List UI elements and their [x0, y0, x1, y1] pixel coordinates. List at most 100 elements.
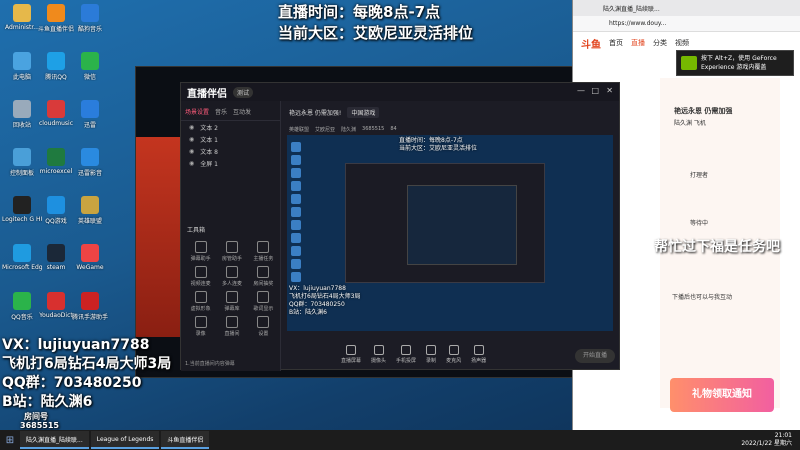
tool-item[interactable]: 主播任务: [248, 241, 279, 262]
tool-item[interactable]: 房管助手: [216, 241, 247, 262]
overlay-schedule: 直播时间：每晚8点-7点: [278, 3, 441, 21]
tool-icon: [257, 266, 270, 278]
nav-live[interactable]: 直播: [631, 38, 645, 48]
sub-streamer: 陆久渊: [341, 126, 357, 133]
bottom-control-button[interactable]: 扬声器: [471, 344, 486, 364]
scene-item[interactable]: ◉ 文本 2: [181, 121, 280, 133]
start-live-button[interactable]: 开始直播: [575, 349, 615, 363]
taskbar-item-label: 斗鱼直播伴侣: [167, 436, 204, 444]
browser-address-bar[interactable]: https://www.douy...: [573, 16, 800, 32]
overlay-vx: VX：lujiuyuan7788: [2, 337, 150, 353]
tool-item[interactable]: 虚拟形象: [185, 291, 216, 312]
lol-icon: [81, 196, 99, 214]
tool-label: 视频连麦: [190, 281, 211, 287]
sub-region[interactable]: 艾欧尼亚: [315, 126, 335, 133]
sub-game[interactable]: 英雄联盟: [289, 126, 309, 133]
qq-game-icon: [47, 196, 65, 214]
desktop-icon[interactable]: WeGame: [70, 242, 110, 282]
gift-banner[interactable]: 礼物领取通知: [670, 378, 774, 412]
desktop-icon[interactable]: 英雄联盟: [70, 194, 110, 234]
main-bottom-bar: 直播屏幕 摄像头 手机投屏 录制 麦克风 扬声器: [281, 337, 621, 371]
streamer-app-window[interactable]: 直播伴侣 测试 — □ ✕ 场景设置 音乐 互动发 ◉ 文本 2 ◉ 文本 1 ◉ 文本 …: [180, 82, 621, 371]
stream-preview[interactable]: 直播时间：每晚8点-7点 当前大区：艾欧尼亚灵活排位 VX：lujiuyuan7…: [287, 135, 613, 331]
bottom-control-button[interactable]: 录制: [426, 344, 436, 364]
taskbar-item-label: League of Legends: [96, 435, 154, 443]
tool-icon: [194, 241, 207, 253]
desktop-icon[interactable]: 腾讯手游助手: [70, 290, 110, 330]
minimize-icon[interactable]: —: [577, 86, 585, 95]
desktop-icon[interactable]: 迅雷: [70, 98, 110, 138]
tool-item[interactable]: 歌词显示: [248, 291, 279, 312]
bottom-control-button[interactable]: 手机投屏: [396, 344, 416, 364]
tool-item[interactable]: 房间抽奖: [248, 266, 279, 287]
tool-label: 房间抽奖: [253, 281, 274, 287]
room-title[interactable]: 艳远永恩 仍需加强!: [289, 108, 341, 117]
tab-interact[interactable]: 互动发: [233, 107, 251, 116]
tool-item[interactable]: 录像: [185, 316, 216, 337]
desktop-icon[interactable]: 迅雷影音: [70, 146, 110, 186]
browser-tab[interactable]: 陆久渊直播_陆续联...: [603, 4, 660, 13]
logitech-icon: [13, 196, 31, 214]
tool-item[interactable]: 弹幕助手: [185, 241, 216, 262]
app-version-badge: 测试: [233, 86, 254, 98]
taskbar-item-douyu[interactable]: 斗鱼直播伴侣: [161, 431, 210, 449]
nav-home[interactable]: 首页: [609, 38, 623, 48]
bottom-control-button[interactable]: 麦克风: [446, 344, 461, 364]
control-icon: [473, 344, 484, 355]
eye-icon[interactable]: ◉: [189, 124, 194, 131]
tool-item[interactable]: 直播间: [216, 316, 247, 337]
site-logo[interactable]: 斗鱼: [581, 36, 601, 51]
overlay-room-number: 3685515: [20, 421, 59, 430]
tool-item[interactable]: 设置: [248, 316, 279, 337]
clock-date: 2022/1/22 星期六: [741, 440, 792, 447]
nvidia-icon: [681, 56, 697, 70]
category-badge[interactable]: 中国游戏: [347, 106, 380, 118]
desktop-icon[interactable]: 微信: [70, 50, 110, 90]
eye-icon[interactable]: ◉: [189, 136, 194, 143]
side-text-1: 打理者: [690, 172, 709, 179]
close-icon[interactable]: ✕: [606, 86, 613, 95]
taskbar-item-browser[interactable]: 陆久渊直播_陆续联...: [20, 431, 89, 449]
preview-nested-app-2: [407, 185, 517, 265]
bottom-control-button[interactable]: 直播屏幕: [341, 344, 361, 364]
qq-icon: [47, 52, 65, 70]
side-sub: 陆久渊 飞机: [674, 120, 706, 127]
desktop-icon-label: WeGame: [76, 264, 104, 271]
taskbar: ⊞ 陆久渊直播_陆续联... League of Legends 斗鱼直播伴侣 …: [0, 430, 800, 450]
tool-label: 弹幕库: [224, 306, 240, 312]
eye-icon[interactable]: ◉: [189, 148, 194, 155]
scene-item[interactable]: ◉ 文本 1: [181, 133, 280, 145]
taskbar-item-label: 陆久渊直播_陆续联...: [26, 436, 83, 444]
preview-text-3: VX：lujiuyuan7788: [289, 285, 346, 292]
nav-category[interactable]: 分类: [653, 38, 667, 48]
preview-text-1: 直播时间：每晚8点-7点: [399, 137, 463, 144]
maximize-icon[interactable]: □: [591, 86, 599, 95]
eye-icon[interactable]: ◉: [189, 160, 194, 167]
desktop-icon[interactable]: 酷狗音乐: [70, 2, 110, 42]
clock-time: 21:01: [774, 432, 792, 439]
tool-item[interactable]: 多人连麦: [216, 266, 247, 287]
taskbar-clock[interactable]: 21:01 2022/1/22 星期六: [741, 432, 792, 448]
tool-item[interactable]: 视频连麦: [185, 266, 216, 287]
taskbar-item-lol[interactable]: League of Legends: [90, 431, 160, 449]
desktop-icon-label: 迅雷影音: [77, 170, 102, 177]
tool-item[interactable]: 弹幕库: [216, 291, 247, 312]
preview-text-4: 飞机打6局钻石4局大师3局: [289, 293, 361, 300]
youdao-icon: [47, 292, 65, 310]
tools-title: 工具箱: [187, 227, 206, 234]
windows-start-icon[interactable]: ⊞: [0, 430, 20, 450]
desktop-icon-label: 英雄联盟: [77, 218, 102, 225]
scene-item[interactable]: ◉ 文本 8: [181, 145, 280, 157]
tool-icon: [257, 241, 270, 253]
side-text-2: 等待中: [690, 220, 709, 227]
tool-icon: [257, 316, 270, 328]
browser-url[interactable]: https://www.douy...: [609, 20, 666, 27]
desktop-icon-label: 微信: [83, 74, 96, 81]
tool-label: 弹幕助手: [190, 256, 211, 262]
bottom-control-button[interactable]: 摄像头: [371, 344, 386, 364]
scene-item[interactable]: ◉ 全屏 1: [181, 157, 280, 169]
tab-scene[interactable]: 场景设置: [185, 107, 209, 116]
tab-music[interactable]: 音乐: [215, 107, 227, 116]
scene-label: 文本 8: [200, 148, 218, 156]
nav-video[interactable]: 视频: [675, 38, 689, 48]
